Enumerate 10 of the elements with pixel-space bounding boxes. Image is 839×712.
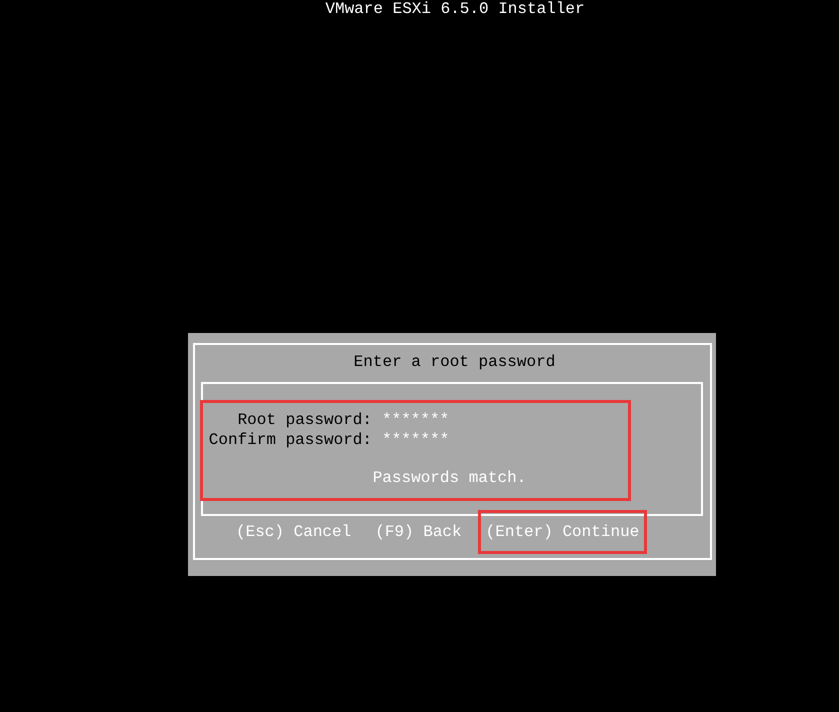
field-label: Confirm password: xyxy=(208,430,372,450)
dialog-title: Enter a root password xyxy=(352,353,556,371)
password-field[interactable]: ******* xyxy=(382,410,450,430)
installer-title: VMware ESXi 6.5.0 Installer xyxy=(324,0,586,18)
field-label: Root password: xyxy=(236,410,372,430)
password-field[interactable]: ******* xyxy=(382,430,450,450)
key-action[interactable]: (F9) Back xyxy=(367,510,470,554)
status-message: Passwords match. xyxy=(372,469,528,487)
key-action[interactable]: (Enter) Continue xyxy=(478,510,648,554)
key-action[interactable]: (Esc) Cancel xyxy=(228,510,360,554)
